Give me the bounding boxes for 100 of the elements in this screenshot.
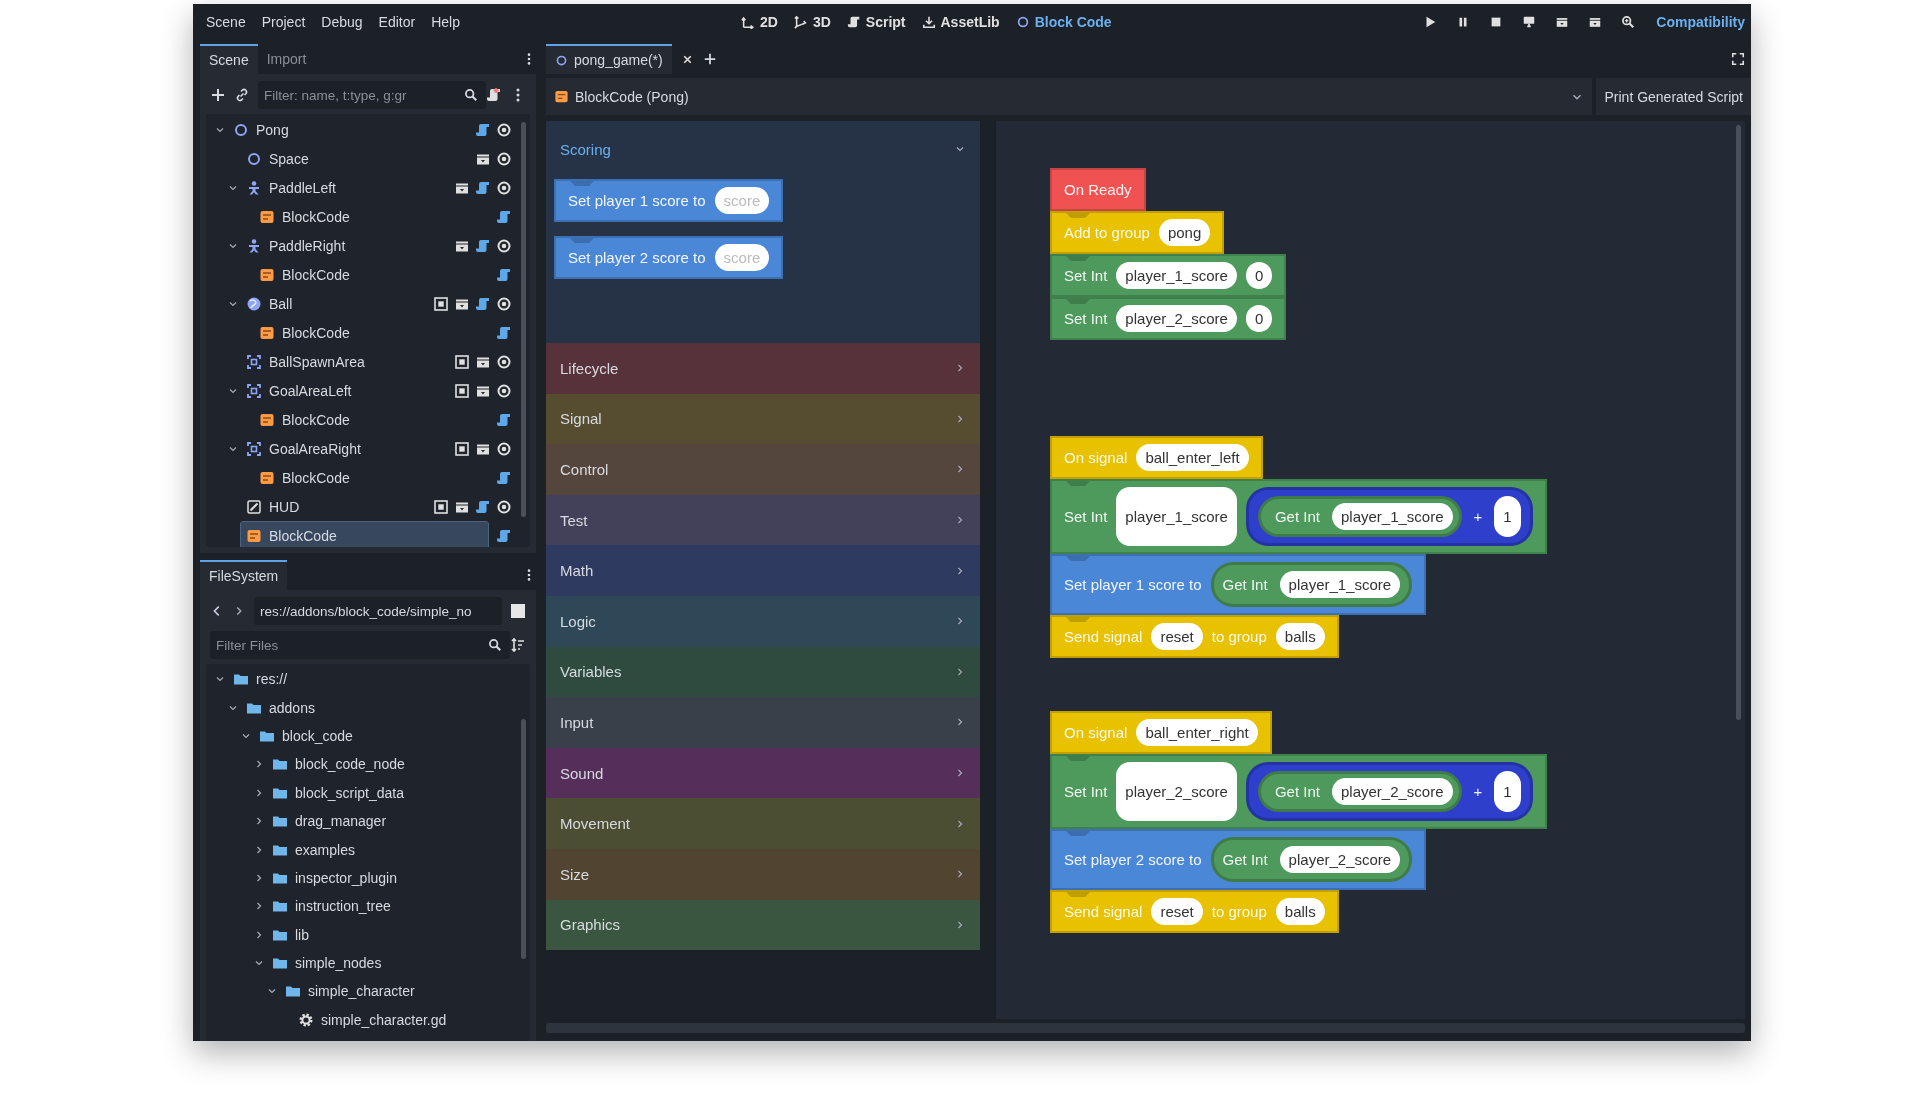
expression-block[interactable]: Get Int player_1_score — [1257, 496, 1462, 537]
code-block[interactable]: Send signal reset to group balls — [1050, 890, 1339, 933]
value-field[interactable]: pong — [1158, 219, 1211, 246]
renderer-dropdown[interactable]: Compatibility — [1654, 14, 1745, 30]
workspace-tab[interactable]: 3D — [793, 14, 831, 30]
toggle-square-icon[interactable] — [510, 603, 526, 619]
plus-icon[interactable] — [702, 52, 717, 66]
expression-block[interactable]: Get Int player_1_score + 1 — [1245, 487, 1533, 546]
menu-item[interactable]: Scene — [199, 10, 253, 34]
filter-field[interactable]: Filter Files — [210, 631, 510, 659]
scrollbar[interactable] — [521, 719, 526, 959]
value-field[interactable]: player_2_score — [1116, 305, 1237, 332]
tree-item[interactable]: BlockCode — [254, 261, 488, 288]
scrollbar[interactable] — [521, 122, 526, 517]
tree-item[interactable]: HUD — [241, 493, 425, 520]
script-icon[interactable] — [496, 527, 512, 544]
script-icon[interactable] — [475, 237, 491, 254]
script-icon[interactable] — [496, 208, 512, 225]
clapperboard-icon[interactable] — [1555, 15, 1570, 29]
value-field[interactable]: 1 — [1494, 496, 1521, 537]
value-field[interactable]: player_1_score — [1279, 571, 1401, 598]
expression-block[interactable]: Get Int player_2_score — [1257, 771, 1462, 812]
category-header[interactable]: Graphics — [546, 899, 980, 951]
eye-icon[interactable] — [496, 498, 512, 515]
file-item[interactable]: block_script_data — [267, 779, 512, 807]
script-icon[interactable] — [496, 324, 512, 341]
expression-block[interactable]: Get Int player_1_score — [1210, 562, 1413, 607]
script-icon[interactable] — [475, 179, 491, 196]
category-header[interactable]: Test — [546, 494, 980, 546]
plus-icon[interactable] — [210, 87, 226, 103]
workspace-tab[interactable]: Script — [846, 14, 906, 30]
eye-icon[interactable] — [496, 382, 512, 399]
sort-icon[interactable] — [510, 637, 526, 653]
menu-item[interactable]: Project — [254, 10, 313, 34]
tree-item[interactable]: BlockCode — [254, 203, 488, 230]
code-block[interactable]: Set Int player_1_score Get Int player_1_score + 1 — [1050, 479, 1547, 554]
eye-icon[interactable] — [496, 353, 512, 370]
menu-item[interactable]: Editor — [371, 10, 423, 34]
category-header[interactable]: Math — [546, 545, 980, 596]
value-field[interactable]: player_1_score — [1331, 503, 1453, 530]
category-header[interactable]: Lifecycle — [546, 343, 980, 394]
print-script-button[interactable]: Print Generated Script — [1596, 78, 1751, 115]
value-field[interactable]: player_2_score — [1116, 762, 1237, 821]
file-item[interactable]: lib — [267, 921, 512, 949]
workspace-tab[interactable]: Block Code — [1015, 14, 1112, 30]
code-block[interactable]: Set player 2 score to Get Int player_2_score — [1050, 829, 1427, 890]
file-item[interactable]: block_code_node — [267, 750, 512, 778]
category-header[interactable]: Movement — [546, 798, 980, 849]
menu-item[interactable]: Help — [424, 10, 467, 34]
value-field[interactable]: 1 — [1494, 771, 1521, 812]
code-block[interactable]: Set Int player_2_score Get Int player_2_score + 1 — [1050, 754, 1547, 829]
code-block[interactable]: On signal ball_enter_right — [1050, 711, 1272, 754]
category-header[interactable]: Signal — [546, 393, 980, 445]
file-item[interactable]: drag_manager — [267, 807, 512, 835]
value-field[interactable]: balls — [1275, 898, 1325, 925]
code-block[interactable]: Set Int player_2_score 0 — [1050, 297, 1287, 340]
tree-item[interactable]: BlockCode — [241, 522, 488, 547]
menu-item[interactable]: Debug — [314, 10, 370, 34]
workspace-tab[interactable]: AssetLib — [921, 14, 1000, 30]
tree-item[interactable]: Ball — [241, 290, 425, 317]
category-header[interactable]: Input — [546, 697, 980, 748]
tree-item[interactable]: Space — [241, 145, 467, 172]
file-item[interactable]: simple_character.gd — [293, 1006, 512, 1034]
code-block[interactable]: Set Int player_1_score 0 — [1050, 254, 1287, 297]
code-block[interactable]: Set player 1 score to Get Int player_1_score — [1050, 554, 1427, 615]
scrollbar[interactable] — [1736, 125, 1741, 720]
value-field[interactable]: player_1_score — [1116, 487, 1237, 546]
file-item[interactable]: simple_character — [280, 978, 512, 1005]
eye-icon[interactable] — [496, 150, 512, 167]
tree-item[interactable]: Pong — [228, 116, 467, 143]
file-item[interactable]: examples — [267, 836, 512, 864]
monitor-icon[interactable] — [1522, 15, 1537, 29]
value-field[interactable]: player_2_score — [1331, 778, 1453, 805]
value-field[interactable]: reset — [1151, 623, 1203, 650]
code-block[interactable]: On signal ball_enter_left — [1050, 436, 1263, 479]
expression-block[interactable]: Get Int player_2_score — [1210, 837, 1413, 882]
category-header[interactable]: Logic — [546, 595, 980, 647]
eye-icon[interactable] — [496, 440, 512, 457]
category-header[interactable]: Sound — [546, 747, 980, 799]
value-field[interactable]: ball_enter_left — [1136, 444, 1249, 471]
filter-field[interactable]: Filter: name, t:type, g:gr — [258, 81, 486, 109]
value-field[interactable]: player_2_score — [1279, 846, 1401, 873]
script-icon[interactable] — [475, 121, 491, 138]
script-icon[interactable] — [496, 469, 512, 486]
tree-item[interactable]: GoalAreaLeft — [241, 377, 446, 404]
clapperboard-icon[interactable] — [1588, 15, 1603, 29]
tree-item[interactable]: PaddleRight — [241, 232, 446, 259]
tree-item[interactable]: PaddleLeft — [241, 174, 446, 201]
dock-tab[interactable]: Import — [257, 44, 316, 74]
file-item[interactable]: res:// — [228, 665, 512, 693]
value-field[interactable]: 0 — [1245, 305, 1273, 332]
dock-tab[interactable]: FileSystem — [200, 560, 288, 590]
dock-tab[interactable]: Scene — [200, 44, 258, 74]
add-script-icon[interactable] — [486, 87, 502, 103]
tree-item[interactable]: BlockCode — [254, 464, 488, 491]
file-item[interactable]: instruction_tree — [267, 892, 512, 920]
code-block[interactable]: Send signal reset to group balls — [1050, 615, 1339, 658]
fullscreen-icon[interactable] — [1731, 52, 1745, 66]
value-field[interactable]: balls — [1275, 623, 1325, 650]
eye-icon[interactable] — [496, 295, 512, 312]
